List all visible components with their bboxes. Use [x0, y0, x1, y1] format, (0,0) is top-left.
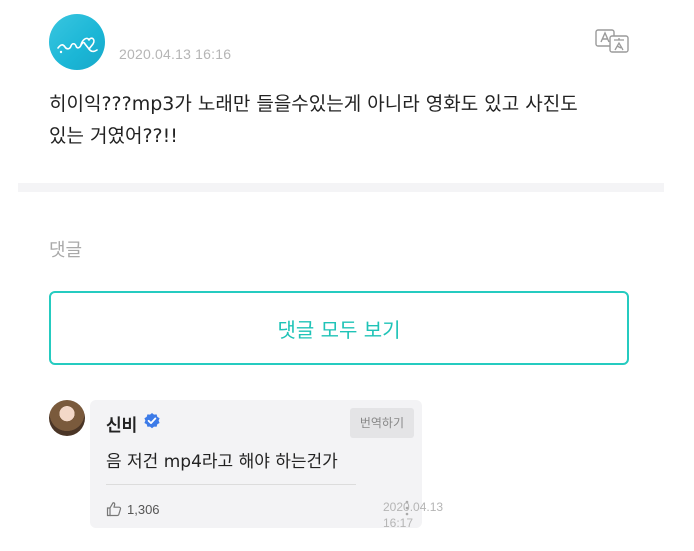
comment-date: 2020.04.13 16:17	[383, 499, 443, 531]
translate-comment-button[interactable]: 번역하기	[349, 408, 414, 438]
post-text-line-1: 히이익???mp3가 노래만 들을수있는게 아니라 영화도 있고 사진도	[49, 93, 578, 115]
post-header: 2020.04.13 16:16	[49, 14, 634, 74]
comment-author[interactable]: 신비	[106, 411, 137, 436]
view-all-comments-button[interactable]: 댓글 모두 보기	[49, 291, 629, 365]
comment-text: 음 저건 mp4라고 해야 하는건가	[106, 452, 338, 472]
post-body: 히이익???mp3가 노래만 들을수있는게 아니라 영화도 있고 사진도 있는 …	[49, 88, 629, 152]
heart-signature-icon	[57, 37, 98, 54]
comment-item: 신비 번역하기 음 저건 mp4라고 해야 하는건가 1,306 2020.04…	[49, 398, 649, 538]
section-divider	[18, 183, 664, 192]
comment-divider	[106, 484, 356, 485]
commenter-avatar[interactable]	[49, 400, 85, 436]
post-date: 2020.04.13 16:16	[119, 46, 232, 62]
author-avatar[interactable]	[49, 14, 105, 70]
post-text-line-2: 있는 거였어??!!	[49, 125, 178, 147]
thumbs-up-icon	[106, 502, 122, 517]
comments-section-label: 댓글	[49, 240, 83, 261]
comment-date-time: 16:17	[383, 516, 414, 530]
like-button[interactable]: 1,306	[106, 499, 160, 519]
comment-date-day: 2020.04.13	[383, 500, 444, 514]
like-count: 1,306	[127, 501, 160, 517]
verified-badge-icon	[144, 413, 160, 429]
comment-bubble: 신비 번역하기 음 저건 mp4라고 해야 하는건가 1,306	[90, 400, 422, 528]
translate-icon[interactable]	[594, 26, 634, 56]
